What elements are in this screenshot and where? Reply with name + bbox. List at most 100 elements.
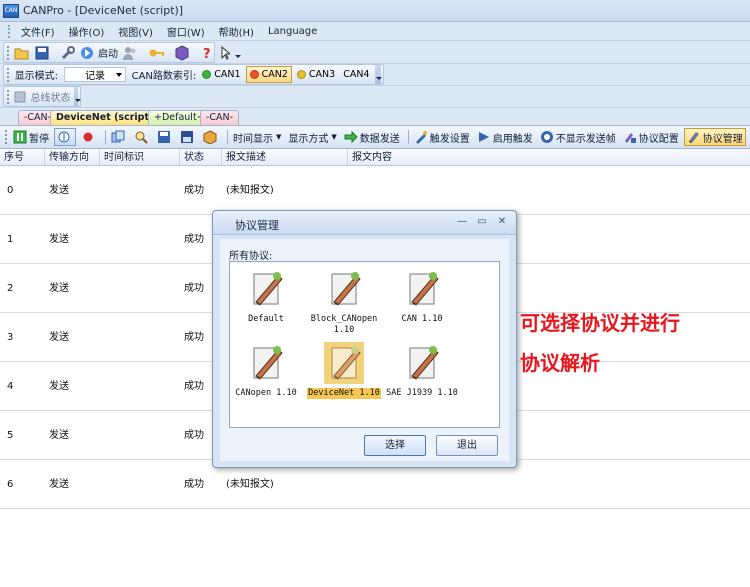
minimize-icon[interactable]: — xyxy=(456,216,468,228)
maximize-icon[interactable]: ▭ xyxy=(476,216,488,228)
save-icon[interactable] xyxy=(34,45,50,61)
tab-devicenet-script[interactable]: DeviceNet (script) xyxy=(50,110,160,125)
column-header-timestamp[interactable]: 时间标识 xyxy=(100,149,180,166)
cell-direction: 发送 xyxy=(49,430,69,441)
protocol-item-can[interactable]: CAN 1.10 xyxy=(382,268,462,325)
search-icon xyxy=(134,130,148,144)
can3-label: CAN3 xyxy=(308,69,336,80)
dialog-title: 协议管理 xyxy=(235,219,279,232)
enable-trigger-button[interactable]: 启用触发 xyxy=(475,128,535,146)
export-button[interactable] xyxy=(178,128,198,146)
can4-button[interactable]: CAN4 xyxy=(340,66,372,83)
scroll-icon xyxy=(57,130,71,144)
start-icon[interactable] xyxy=(80,45,94,61)
cell-seq: 6 xyxy=(7,479,14,490)
exit-button[interactable]: 退出 xyxy=(436,435,498,456)
annotation-line-1: 可选择协议并进行 xyxy=(520,311,680,335)
protocol-item-devicenet[interactable]: DeviceNet 1.10 xyxy=(304,342,384,399)
cell-direction: 发送 xyxy=(49,185,69,196)
pause-button[interactable]: 暂停 xyxy=(11,128,51,146)
protocol-item-label: CAN 1.10 xyxy=(401,314,443,324)
table-row[interactable]: 0 发送 成功 (未知报文) xyxy=(0,166,750,215)
function-toolbar: 暂停 时间显示 ▼ 显示方式 ▼ 数据发送 触发设置 启用触发 不显示发送帧 协… xyxy=(0,125,750,149)
column-header-content[interactable]: 报文内容 xyxy=(348,149,750,166)
select-button[interactable]: 选择 xyxy=(364,435,426,456)
column-header-status[interactable]: 状态 xyxy=(180,149,222,166)
menu-file[interactable]: 文件(F) xyxy=(14,24,62,39)
close-icon[interactable]: ✕ xyxy=(496,216,508,228)
cube-icon[interactable] xyxy=(174,44,190,61)
start-button[interactable]: 启动 xyxy=(98,45,118,60)
package-icon xyxy=(203,130,217,145)
toolbar-grip xyxy=(5,130,8,144)
can3-button[interactable]: CAN3 xyxy=(294,66,338,83)
copy-icon xyxy=(111,130,125,144)
dialog-body: 所有协议: Default Block_CANopen 1.10 CAN 1.1… xyxy=(220,239,509,461)
package-button[interactable] xyxy=(201,128,221,146)
find-button[interactable] xyxy=(132,128,152,146)
menu-grip[interactable] xyxy=(8,24,12,38)
copy-button[interactable] xyxy=(109,128,129,146)
help-icon[interactable]: ? xyxy=(200,45,216,62)
can2-button[interactable]: CAN2 xyxy=(245,66,292,83)
record-button[interactable] xyxy=(79,128,99,146)
menu-language[interactable]: Language xyxy=(261,26,324,37)
toolbar-grip xyxy=(7,89,10,104)
protocol-list: Default Block_CANopen 1.10 CAN 1.10 CANo… xyxy=(229,261,500,428)
key-icon[interactable] xyxy=(148,45,164,61)
bus-status-button[interactable]: 总线状态 xyxy=(30,89,70,104)
dialog-title-bar[interactable]: 协议管理 — ▭ ✕ xyxy=(213,211,516,235)
menu-view[interactable]: 视图(V) xyxy=(111,24,160,39)
users-icon[interactable] xyxy=(122,45,138,61)
status-toolbar-row: 总线状态 xyxy=(0,86,750,108)
can1-button[interactable]: CAN1 xyxy=(199,66,243,83)
menu-help[interactable]: 帮助(H) xyxy=(212,24,261,39)
cell-direction: 发送 xyxy=(49,283,69,294)
menu-bar: 文件(F) 操作(O) 视图(V) 窗口(W) 帮助(H) Language xyxy=(0,22,750,41)
protocol-item-label: Block_CANopen 1.10 xyxy=(310,314,378,335)
display-mode-button[interactable]: 显示方式 ▼ xyxy=(286,128,338,146)
cell-status: 成功 xyxy=(184,185,204,196)
send-data-button[interactable]: 数据发送 xyxy=(342,128,402,146)
time-display-label: 时间显示 xyxy=(233,133,273,145)
scroll-button[interactable] xyxy=(54,128,76,146)
bus-status-icon xyxy=(14,89,26,105)
hide-send-frames-button[interactable]: 不显示发送帧 xyxy=(538,128,618,146)
cell-status: 成功 xyxy=(184,332,204,343)
column-header-description[interactable]: 报文描述 xyxy=(222,149,348,166)
display-mode-select[interactable]: 记录 xyxy=(64,67,126,82)
protocol-config-label: 协议配置 xyxy=(638,133,679,145)
protocol-script-icon xyxy=(246,342,286,384)
toolbar-overflow-chevron[interactable] xyxy=(375,65,382,84)
cell-seq: 3 xyxy=(7,332,14,343)
pointer-icon[interactable] xyxy=(220,45,232,61)
menu-window[interactable]: 窗口(W) xyxy=(160,24,212,39)
main-toolbar-row: 启动 ? xyxy=(0,41,750,64)
toolbar-overflow-chevron[interactable] xyxy=(74,87,81,106)
save-log-button[interactable] xyxy=(155,128,175,146)
wrench-icon[interactable] xyxy=(60,45,76,61)
protocol-item-label: DeviceNet 1.10 xyxy=(307,388,381,399)
protocol-manage-button[interactable]: 协议管理 xyxy=(683,128,746,146)
cell-status: 成功 xyxy=(184,234,204,245)
can-index-label: CAN路数索引: xyxy=(131,71,197,82)
open-folder-icon[interactable] xyxy=(14,45,30,61)
svg-text:?: ? xyxy=(203,47,211,61)
trigger-settings-button[interactable]: 触发设置 xyxy=(412,128,472,146)
protocol-item-default[interactable]: Default xyxy=(226,268,306,325)
cell-status: 成功 xyxy=(184,283,204,294)
column-header-seq[interactable]: 序号 xyxy=(0,149,45,166)
protocol-script-icon xyxy=(246,268,286,310)
time-display-button[interactable]: 时间显示 ▼ xyxy=(231,128,283,146)
protocol-config-button[interactable]: 协议配置 xyxy=(621,128,681,146)
menu-operation[interactable]: 操作(O) xyxy=(62,24,112,39)
column-header-direction[interactable]: 传输方向 xyxy=(45,149,100,166)
protocol-item-block-canopen[interactable]: Block_CANopen 1.10 xyxy=(304,268,384,336)
protocol-item-canopen[interactable]: CANopen 1.10 xyxy=(226,342,306,399)
protocol-manage-label: 协议管理 xyxy=(702,133,743,145)
toolbar-separator xyxy=(227,130,228,144)
tab-can-2[interactable]: -CAN- xyxy=(200,110,240,125)
protocol-item-sae-j1939[interactable]: SAE J1939 1.10 xyxy=(382,342,462,399)
chevron-down-icon xyxy=(115,72,122,77)
cell-description: (未知报文) xyxy=(226,185,274,196)
